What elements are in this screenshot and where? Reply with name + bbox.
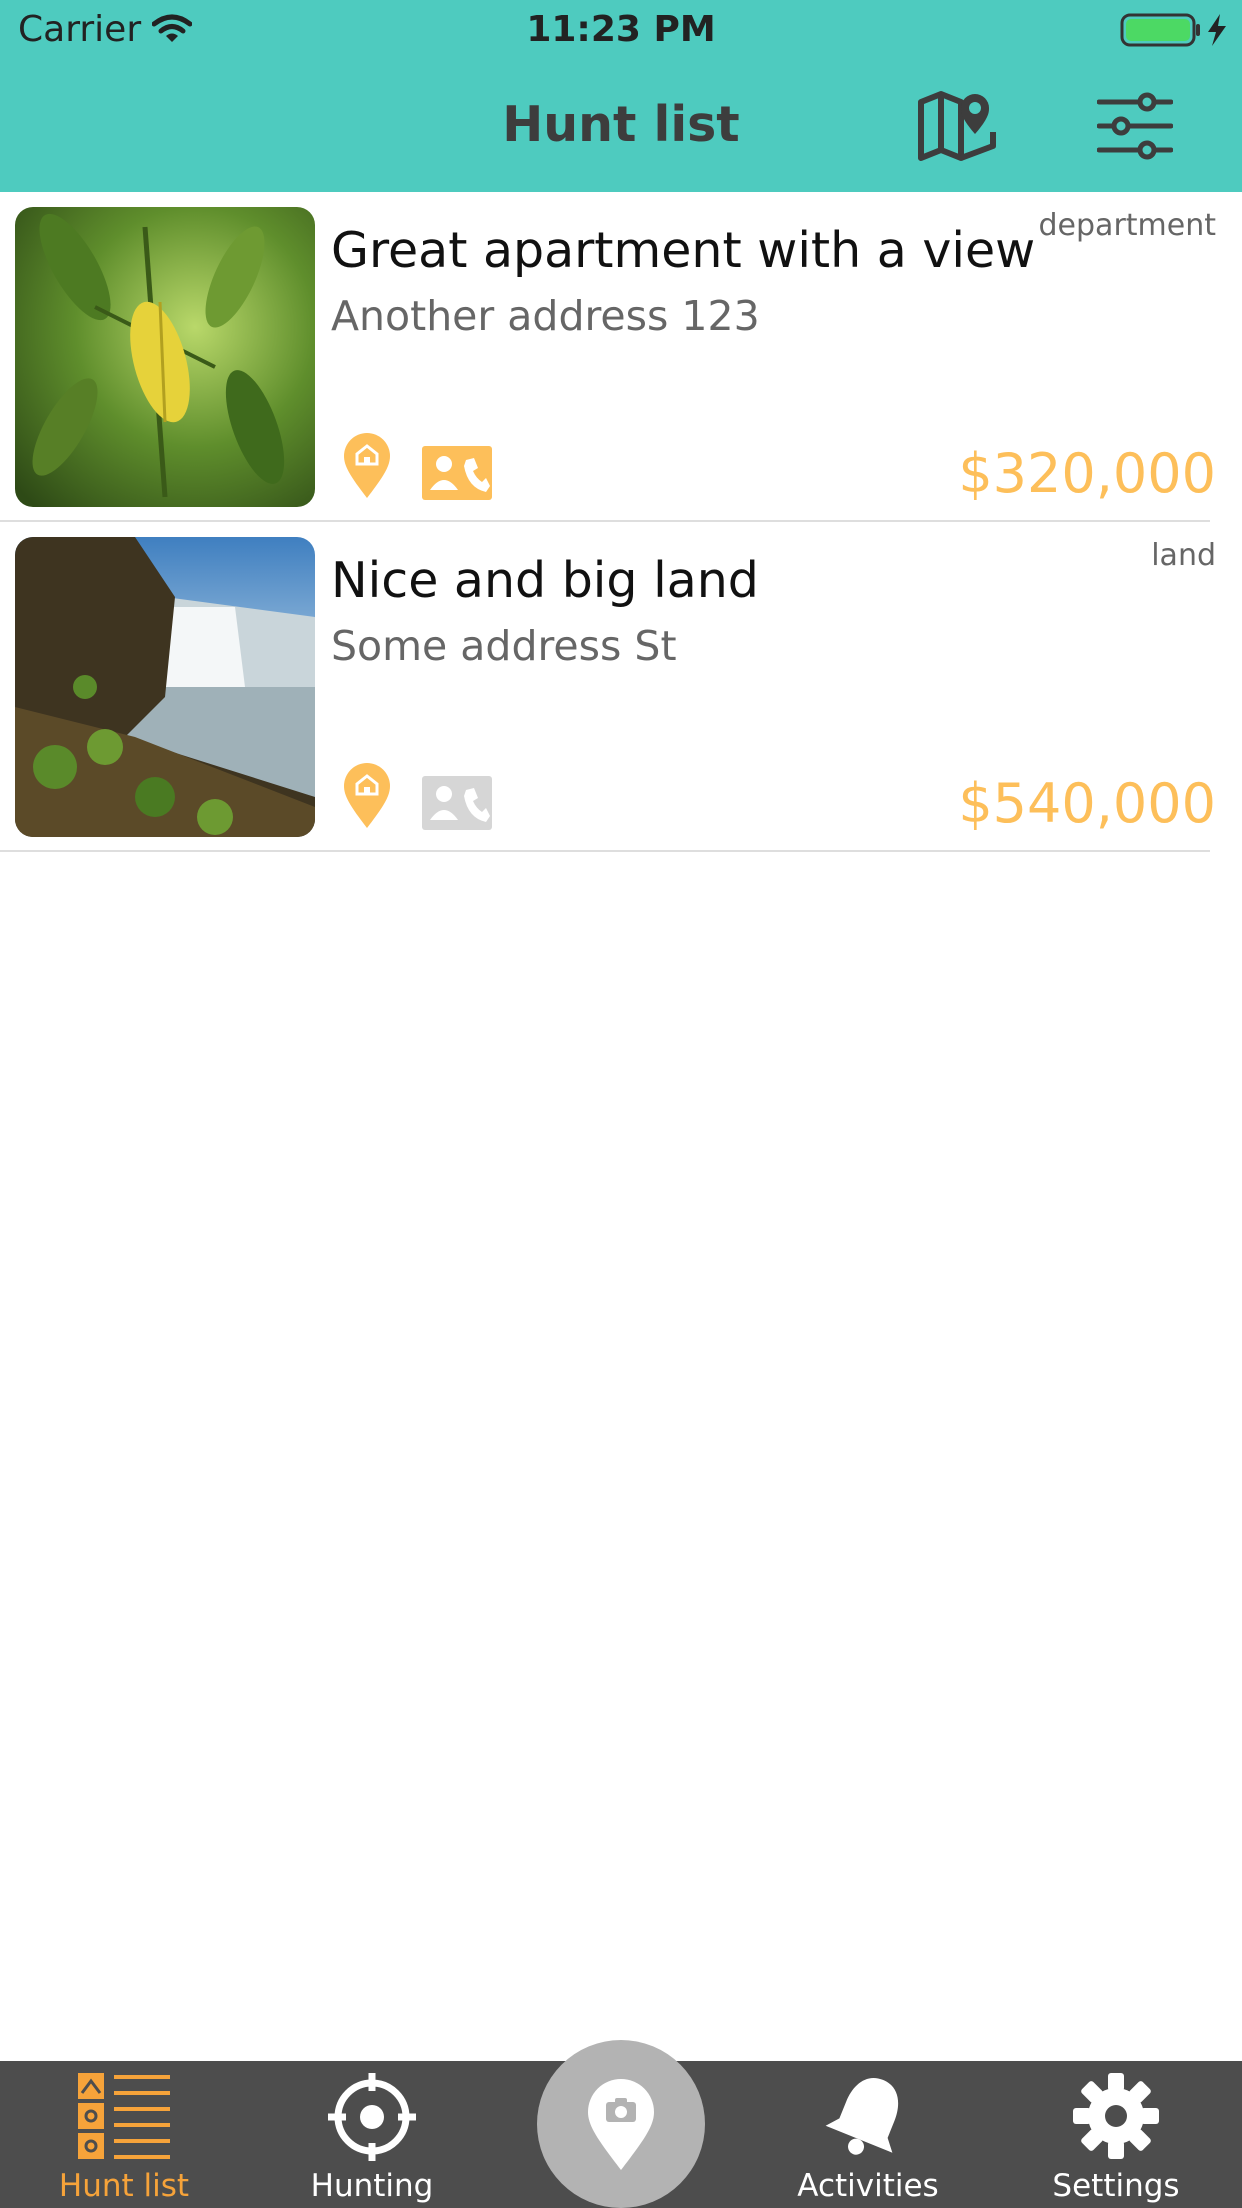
map-button[interactable] [912,86,1002,166]
tab-hunt-list[interactable]: Hunt list [14,2061,234,2208]
header: Carrier 11:23 PM Hunt list [0,0,1242,192]
tab-label: Hunting [310,2168,434,2204]
listing-title: Nice and big land [331,552,759,609]
listing-address: Another address 123 [331,292,760,340]
add-location-button[interactable] [537,2040,705,2208]
tab-settings[interactable]: Settings [1006,2061,1226,2208]
crosshair-icon [328,2073,416,2161]
filter-button[interactable] [1090,86,1180,166]
hunt-list-icon [78,2073,170,2159]
gear-icon [1073,2073,1159,2159]
tab-label: Activities [797,2168,939,2204]
listing-price: $320,000 [958,442,1216,505]
contact-icon[interactable] [422,776,492,834]
home-pin-icon[interactable] [342,432,392,502]
leaves-photo [15,207,315,507]
listing-title: Great apartment with a view [331,222,1036,279]
tab-label: Hunt list [58,2168,190,2204]
waterfall-photo [15,537,315,837]
map-pin-icon [918,91,996,161]
bell-icon [825,2078,899,2155]
status-bar: Carrier 11:23 PM [0,0,1242,60]
battery-icon [1120,12,1232,52]
row-divider [0,850,1210,852]
status-time: 11:23 PM [526,9,716,50]
tab-activities[interactable]: Activities [758,2061,978,2208]
camera-pin-icon [588,2079,654,2170]
listing-address: Some address St [331,622,677,670]
listing-type: land [1151,538,1216,573]
listing-row[interactable]: Nice and big land Some address St land $… [0,522,1242,852]
page-title: Hunt list [502,96,740,153]
listing-row[interactable]: Great apartment with a view Another addr… [0,192,1242,522]
sliders-icon [1097,92,1173,160]
contact-icon[interactable] [422,446,492,504]
listing-type: department [1038,208,1216,243]
hunt-list: Great apartment with a view Another addr… [0,192,1242,852]
listing-price: $540,000 [958,772,1216,835]
tab-hunting[interactable]: Hunting [262,2061,482,2208]
home-pin-icon[interactable] [342,762,392,832]
tab-label: Settings [1052,2168,1180,2204]
